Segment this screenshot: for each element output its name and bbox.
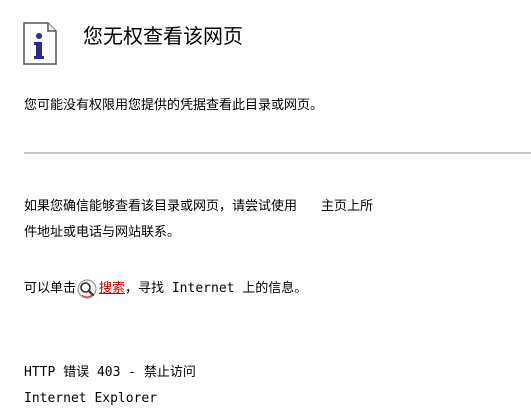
browser-name: Internet Explorer [24,391,158,406]
http-error-code: HTTP 错误 403 - 禁止访问 [24,365,196,380]
search-suffix: ，寻找 Internet 上的信息。 [125,281,308,296]
error-page: 您无权查看该网页 您可能没有权限用您提供的凭据查看此目录或网页。 如果您确信能够… [0,0,531,411]
search-prefix: 可以单击 [24,281,77,296]
suggestion-text-2: 件地址或电话与网站联系。 [24,225,181,240]
search-magnifier-icon[interactable] [76,278,98,300]
suggestion-text-1-tail: 主页上所 [321,199,374,214]
divider [24,152,531,154]
error-description: 您可能没有权限用您提供的凭据查看此目录或网页。 [24,98,324,113]
info-icon [23,22,57,65]
search-line: 可以单击 搜索 ，寻找 Internet 上的信息。 [24,278,307,300]
page-title: 您无权查看该网页 [83,24,243,48]
suggestion-text-1: 如果您确信能够查看该目录或网页，请尝试使用 [24,199,298,214]
search-link[interactable]: 搜索 [99,280,125,298]
suggestion-line-1: 如果您确信能够查看该目录或网页，请尝试使用 主页上所 [24,198,373,216]
